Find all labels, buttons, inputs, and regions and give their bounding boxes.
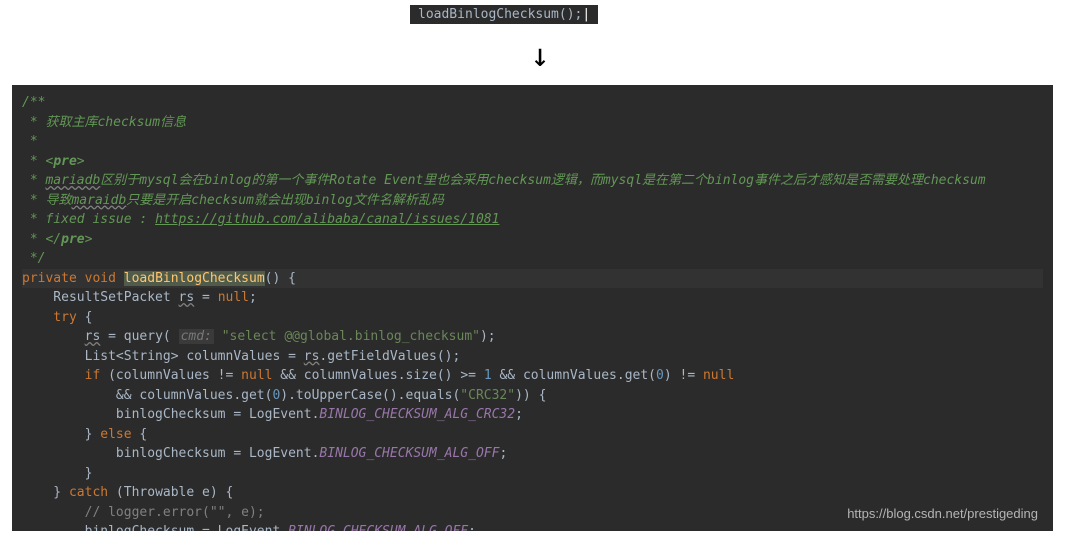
code-line: ResultSetPacket rs = null; <box>22 290 257 305</box>
comment-line: * <box>22 134 45 149</box>
code-line: } <box>22 466 92 481</box>
code-line: if (columnValues != null && columnValues… <box>22 368 734 383</box>
watermark-text: https://blog.csdn.net/prestigeding <box>847 504 1038 524</box>
code-line: try { <box>22 310 92 325</box>
top-code-snippet: loadBinlogChecksum();| <box>410 5 598 24</box>
method-name-highlight: loadBinlogChecksum <box>124 271 265 286</box>
comment-line: * </pre> <box>22 232 92 247</box>
cursor-mark: | <box>582 7 590 22</box>
method-call-text: loadBinlogChecksum(); <box>418 7 582 22</box>
comment-line: */ <box>22 251 45 266</box>
arrow-down-icon: ↓ <box>530 39 549 71</box>
comment-line: * mariadb区别于mysql会在binlog的第一个事件Rotate Ev… <box>22 173 986 188</box>
code-line: } else { <box>22 427 147 442</box>
comment-line: * <pre> <box>22 154 85 169</box>
code-line: rs = query( cmd: "select @@global.binlog… <box>22 329 496 344</box>
issue-link[interactable]: https://github.com/alibaba/canal/issues/… <box>155 212 499 227</box>
code-line: binlogChecksum = LogEvent.BINLOG_CHECKSU… <box>22 446 507 461</box>
code-editor[interactable]: /** * 获取主库checksum信息 * * <pre> * mariadb… <box>12 85 1053 531</box>
comment-line: /** <box>22 95 45 110</box>
comment-line: * 获取主库checksum信息 <box>22 115 186 130</box>
code-line: List<String> columnValues = rs.getFieldV… <box>22 349 460 364</box>
comment-line: * 导致maraidb只要是开启checksum就会出现binlog文件名解析乱… <box>22 193 444 208</box>
arrow-container: ↓ <box>530 30 550 80</box>
param-hint: cmd: <box>179 329 214 344</box>
code-line: binlogChecksum = LogEvent.BINLOG_CHECKSU… <box>22 407 523 422</box>
method-signature-line: private void loadBinlogChecksum() { <box>22 269 1043 289</box>
code-line: binlogChecksum = LogEvent.BINLOG_CHECKSU… <box>22 524 476 531</box>
code-line: } catch (Throwable e) { <box>22 485 233 500</box>
comment-line: * fixed issue : https://github.com/aliba… <box>22 212 499 227</box>
code-line: // logger.error("", e); <box>22 505 265 520</box>
code-line: && columnValues.get(0).toUpperCase().equ… <box>22 388 546 403</box>
